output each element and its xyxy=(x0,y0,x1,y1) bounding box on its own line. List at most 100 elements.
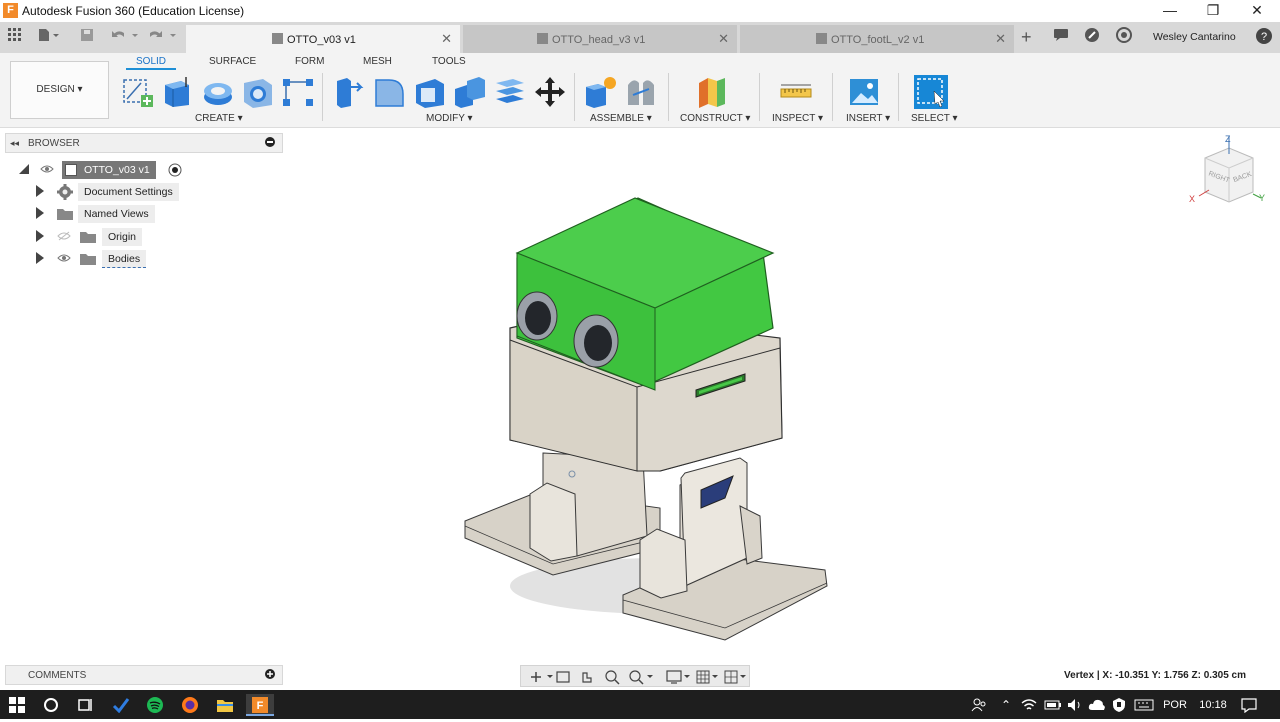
close-tab-icon[interactable]: ✕ xyxy=(718,31,729,47)
joint-icon[interactable] xyxy=(624,75,658,109)
add-comment-icon[interactable] xyxy=(265,669,275,682)
wifi-icon[interactable] xyxy=(1018,694,1040,716)
task-view-icon[interactable] xyxy=(74,694,96,716)
assemble-menu[interactable]: ASSEMBLE ▾ xyxy=(590,113,652,124)
tree-root-row[interactable]: OTTO_v03 v1 xyxy=(18,161,218,179)
redo-icon[interactable] xyxy=(148,27,178,47)
select-icon[interactable] xyxy=(914,75,948,109)
tab-surface[interactable]: SURFACE xyxy=(209,56,256,67)
data-panel-grid-icon[interactable] xyxy=(8,27,22,47)
grid-settings-icon[interactable] xyxy=(695,666,721,688)
shell-icon[interactable] xyxy=(413,75,447,109)
clock[interactable]: 10:18 xyxy=(1196,694,1230,716)
undo-icon[interactable] xyxy=(110,27,140,47)
tree-item-label[interactable]: Origin xyxy=(102,228,143,246)
help-icon[interactable] xyxy=(1116,27,1132,47)
input-language[interactable]: POR xyxy=(1160,694,1190,716)
tree-item-origin[interactable]: Origin xyxy=(36,228,236,246)
expand-triangle-icon[interactable] xyxy=(36,207,44,219)
new-component-icon[interactable] xyxy=(584,75,618,109)
fillet-icon[interactable] xyxy=(373,75,407,109)
people-icon[interactable] xyxy=(968,694,990,716)
close-window-button[interactable]: ✕ xyxy=(1234,0,1280,22)
tab-otto-footl[interactable]: OTTO_footL_v2 v1 ✕ xyxy=(740,25,1014,53)
inspect-menu[interactable]: INSPECT ▾ xyxy=(772,113,823,124)
viewcube[interactable]: Z RIGHT BACK X Y xyxy=(1189,134,1265,216)
tree-item-bodies[interactable]: Bodies xyxy=(36,250,236,268)
select-menu[interactable]: SELECT ▾ xyxy=(911,113,958,124)
file-explorer-icon[interactable] xyxy=(214,694,236,716)
firefox-icon[interactable] xyxy=(179,694,201,716)
measure-icon[interactable] xyxy=(779,75,813,109)
tree-item-label[interactable]: Document Settings xyxy=(78,183,179,201)
battery-icon[interactable] xyxy=(1042,694,1064,716)
expand-triangle-icon[interactable] xyxy=(36,252,44,264)
insert-menu[interactable]: INSERT ▾ xyxy=(846,113,890,124)
otto-robot-model[interactable] xyxy=(285,128,1280,663)
job-status-icon[interactable] xyxy=(1084,27,1100,47)
tab-solid[interactable]: SOLID xyxy=(136,56,166,67)
tree-item-label[interactable]: Named Views xyxy=(78,205,155,223)
eye-icon[interactable] xyxy=(40,164,54,177)
create-menu[interactable]: CREATE ▾ xyxy=(195,113,243,124)
viewports-icon[interactable] xyxy=(723,666,749,688)
tab-form[interactable]: FORM xyxy=(295,56,324,67)
user-name[interactable]: Wesley Cantarino xyxy=(1153,27,1236,47)
tab-otto-head[interactable]: OTTO_head_v3 v1 ✕ xyxy=(463,25,737,53)
pan-icon[interactable] xyxy=(577,666,597,688)
3d-viewport[interactable]: Z RIGHT BACK X Y xyxy=(285,128,1280,663)
tree-item-document-settings[interactable]: Document Settings xyxy=(36,183,236,201)
collapse-panel-icon[interactable]: ◂◂ xyxy=(10,138,19,149)
activate-radio-icon[interactable] xyxy=(168,163,182,180)
help-question-icon[interactable]: ? xyxy=(1256,28,1272,48)
combine-icon[interactable] xyxy=(453,75,487,109)
browser-options-icon[interactable] xyxy=(265,137,275,150)
pattern-icon[interactable] xyxy=(281,75,315,109)
action-center-icon[interactable] xyxy=(1238,694,1260,716)
comments-panel[interactable]: COMMENTS xyxy=(5,665,283,685)
save-icon[interactable] xyxy=(80,27,94,47)
expand-triangle-icon[interactable] xyxy=(36,185,44,197)
tree-item-named-views[interactable]: Named Views xyxy=(36,205,236,223)
align-icon[interactable] xyxy=(493,75,527,109)
zoom-icon[interactable] xyxy=(601,666,623,688)
eye-icon[interactable] xyxy=(57,253,71,266)
look-at-icon[interactable] xyxy=(553,666,573,688)
close-tab-icon[interactable]: ✕ xyxy=(995,31,1006,47)
hole-icon[interactable] xyxy=(241,75,275,109)
display-settings-icon[interactable] xyxy=(663,666,693,688)
revolve-icon[interactable] xyxy=(201,75,235,109)
tab-mesh[interactable]: MESH xyxy=(363,56,392,67)
press-pull-icon[interactable] xyxy=(333,75,367,109)
search-circle-icon[interactable] xyxy=(40,694,62,716)
offset-plane-icon[interactable] xyxy=(695,75,729,109)
tab-otto-v03[interactable]: OTTO_v03 v1 ✕ xyxy=(186,25,460,53)
workspace-switcher[interactable]: DESIGN ▾ xyxy=(10,61,109,119)
insert-image-icon[interactable] xyxy=(848,75,882,109)
volume-icon[interactable] xyxy=(1064,694,1086,716)
new-tab-icon[interactable]: + xyxy=(1021,27,1032,47)
notifications-icon[interactable] xyxy=(1053,27,1069,47)
file-menu-icon[interactable] xyxy=(38,27,60,47)
eye-hidden-icon[interactable] xyxy=(57,231,71,244)
network-shield-icon[interactable] xyxy=(1108,694,1130,716)
todo-check-icon[interactable] xyxy=(110,694,132,716)
create-sketch-icon[interactable] xyxy=(121,75,155,109)
minimize-button[interactable]: — xyxy=(1147,0,1193,22)
fit-zoom-icon[interactable] xyxy=(625,666,657,688)
fusion-taskbar-icon[interactable]: F xyxy=(246,694,274,716)
start-windows-icon[interactable] xyxy=(6,694,28,716)
expand-triangle-icon[interactable] xyxy=(36,230,44,242)
orbit-icon[interactable] xyxy=(523,666,551,688)
show-hidden-icons-icon[interactable]: ⌃ xyxy=(996,694,1016,716)
modify-menu[interactable]: MODIFY ▾ xyxy=(426,113,473,124)
spotify-icon[interactable] xyxy=(144,694,166,716)
extrude-icon[interactable] xyxy=(161,75,195,109)
maximize-button[interactable]: ❐ xyxy=(1190,0,1236,22)
keyboard-icon[interactable] xyxy=(1132,694,1156,716)
construct-menu[interactable]: CONSTRUCT ▾ xyxy=(680,113,750,124)
cloud-sync-icon[interactable] xyxy=(1086,694,1108,716)
tree-item-label[interactable]: Bodies xyxy=(102,250,147,268)
tab-tools[interactable]: TOOLS xyxy=(432,56,466,67)
close-tab-icon[interactable]: ✕ xyxy=(441,31,452,47)
